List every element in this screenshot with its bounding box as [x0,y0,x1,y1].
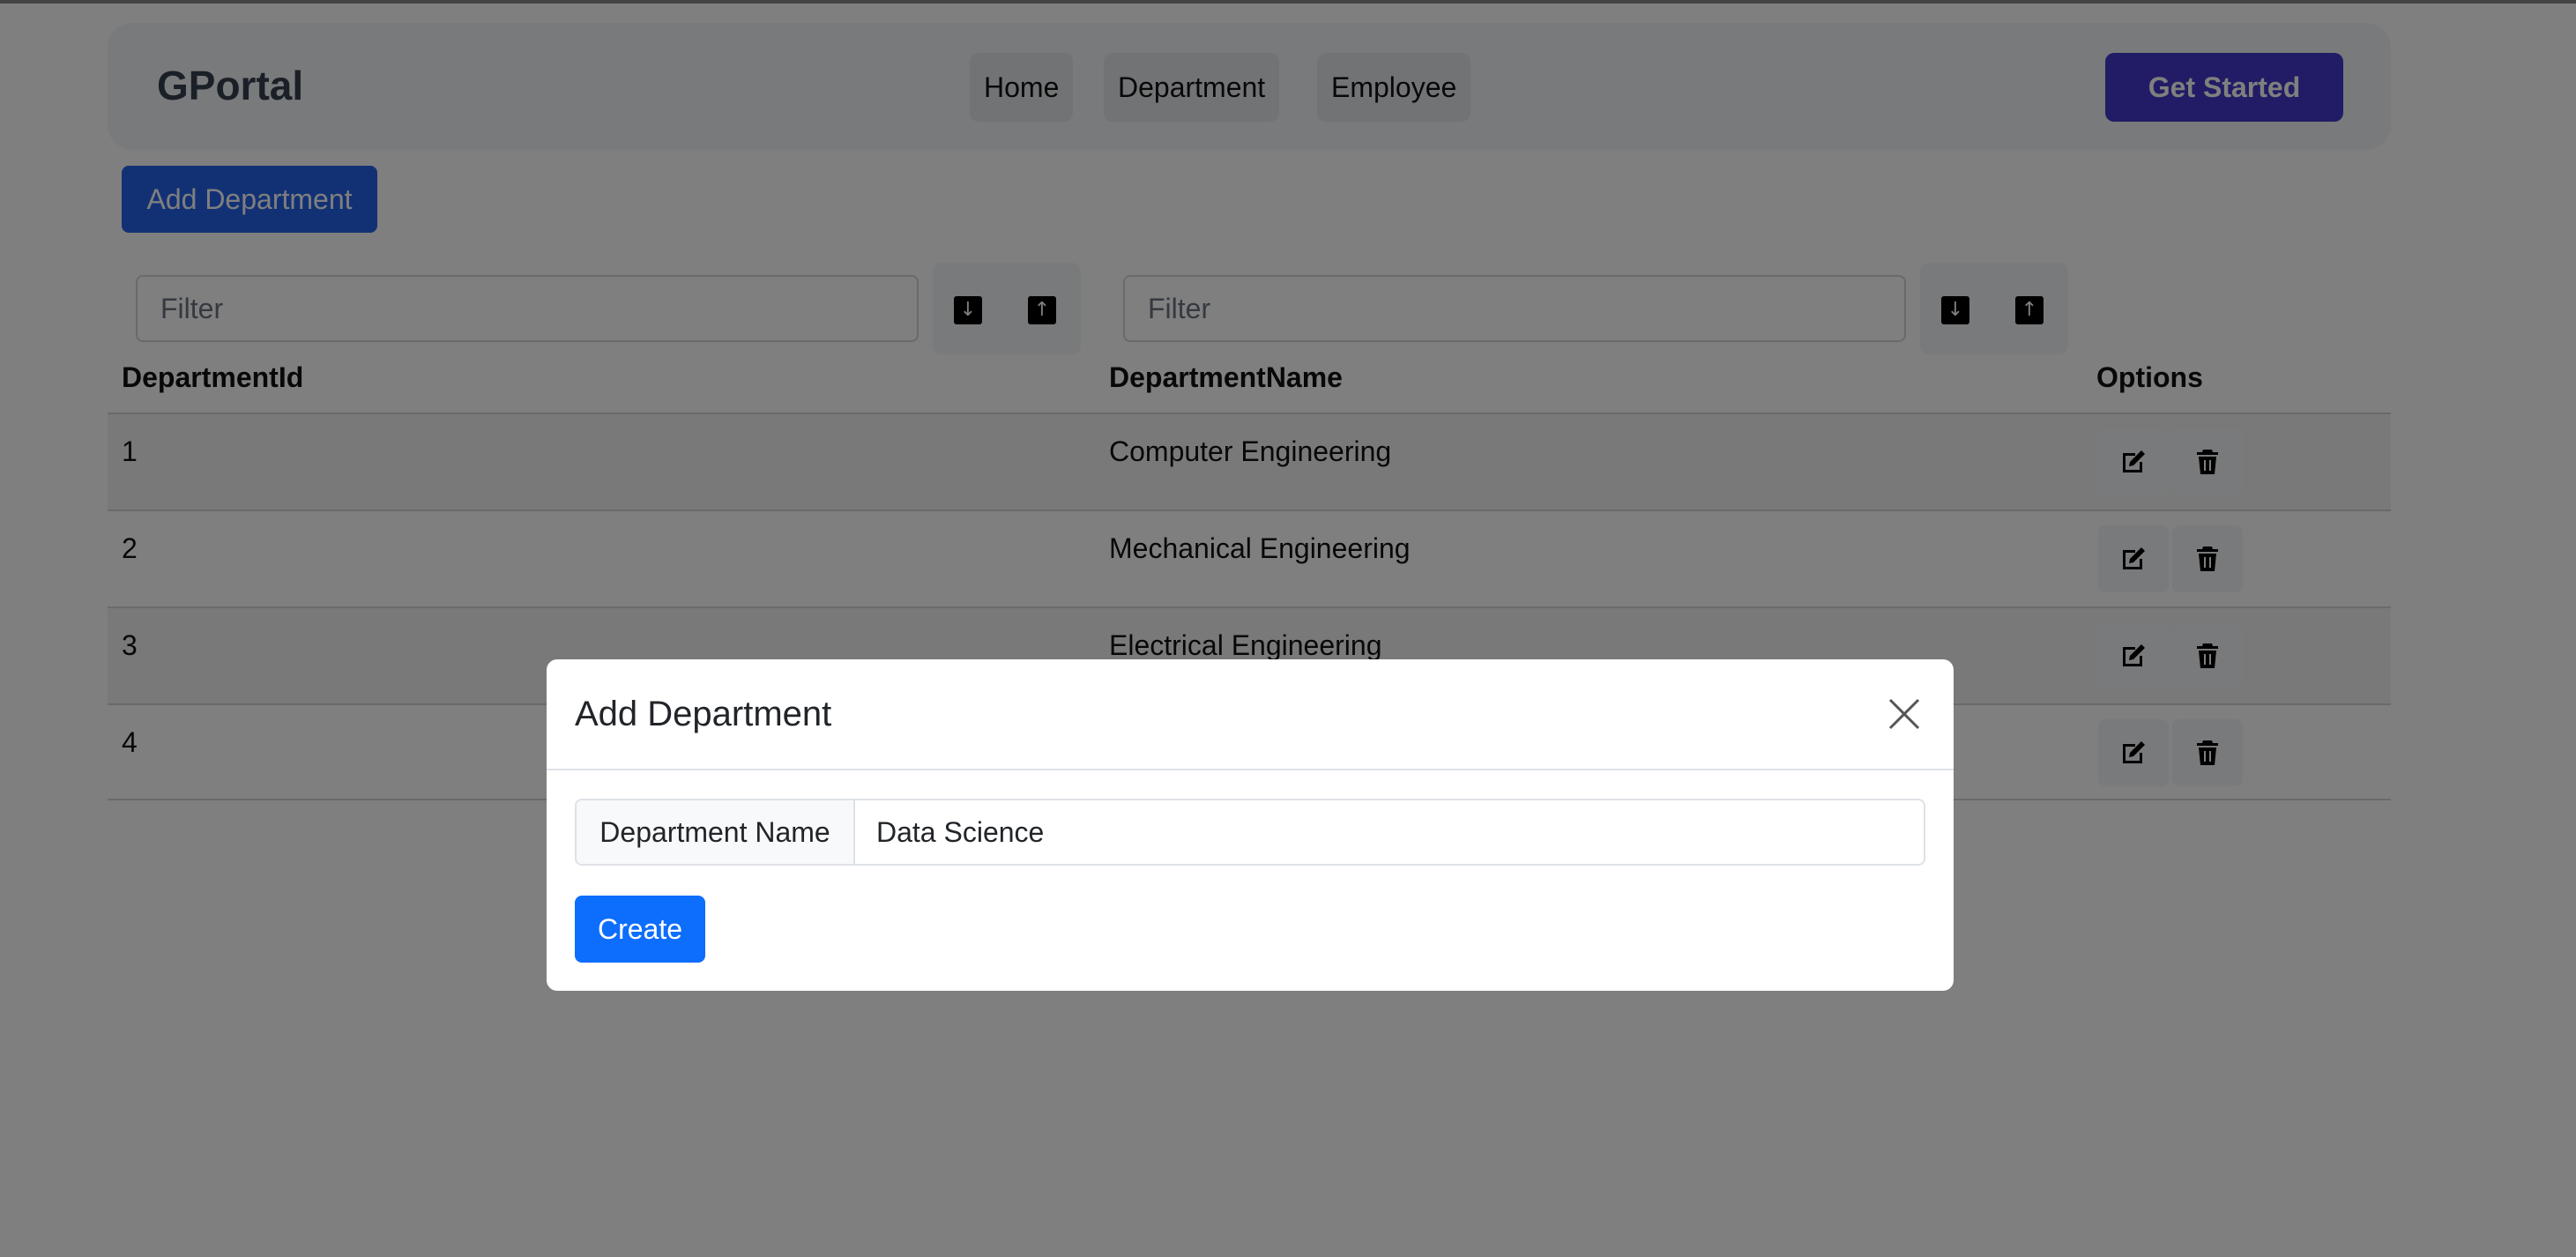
department-name-input[interactable]: Data Science [876,800,1044,864]
close-button[interactable] [1887,696,1922,732]
modal-backdrop[interactable] [0,4,2576,1257]
modal-title: Add Department [575,695,832,733]
department-name-label: Department Name [577,800,855,864]
create-button[interactable]: Create [575,896,705,963]
page: GPortal Home Department Employee Get Sta… [0,0,2576,1257]
close-icon [1888,698,1920,730]
modal-header: Add Department [547,659,1954,770]
department-name-input-group: Department Name Data Science [575,799,1925,866]
add-department-modal: Add Department Department Name Data Scie… [547,659,1954,991]
